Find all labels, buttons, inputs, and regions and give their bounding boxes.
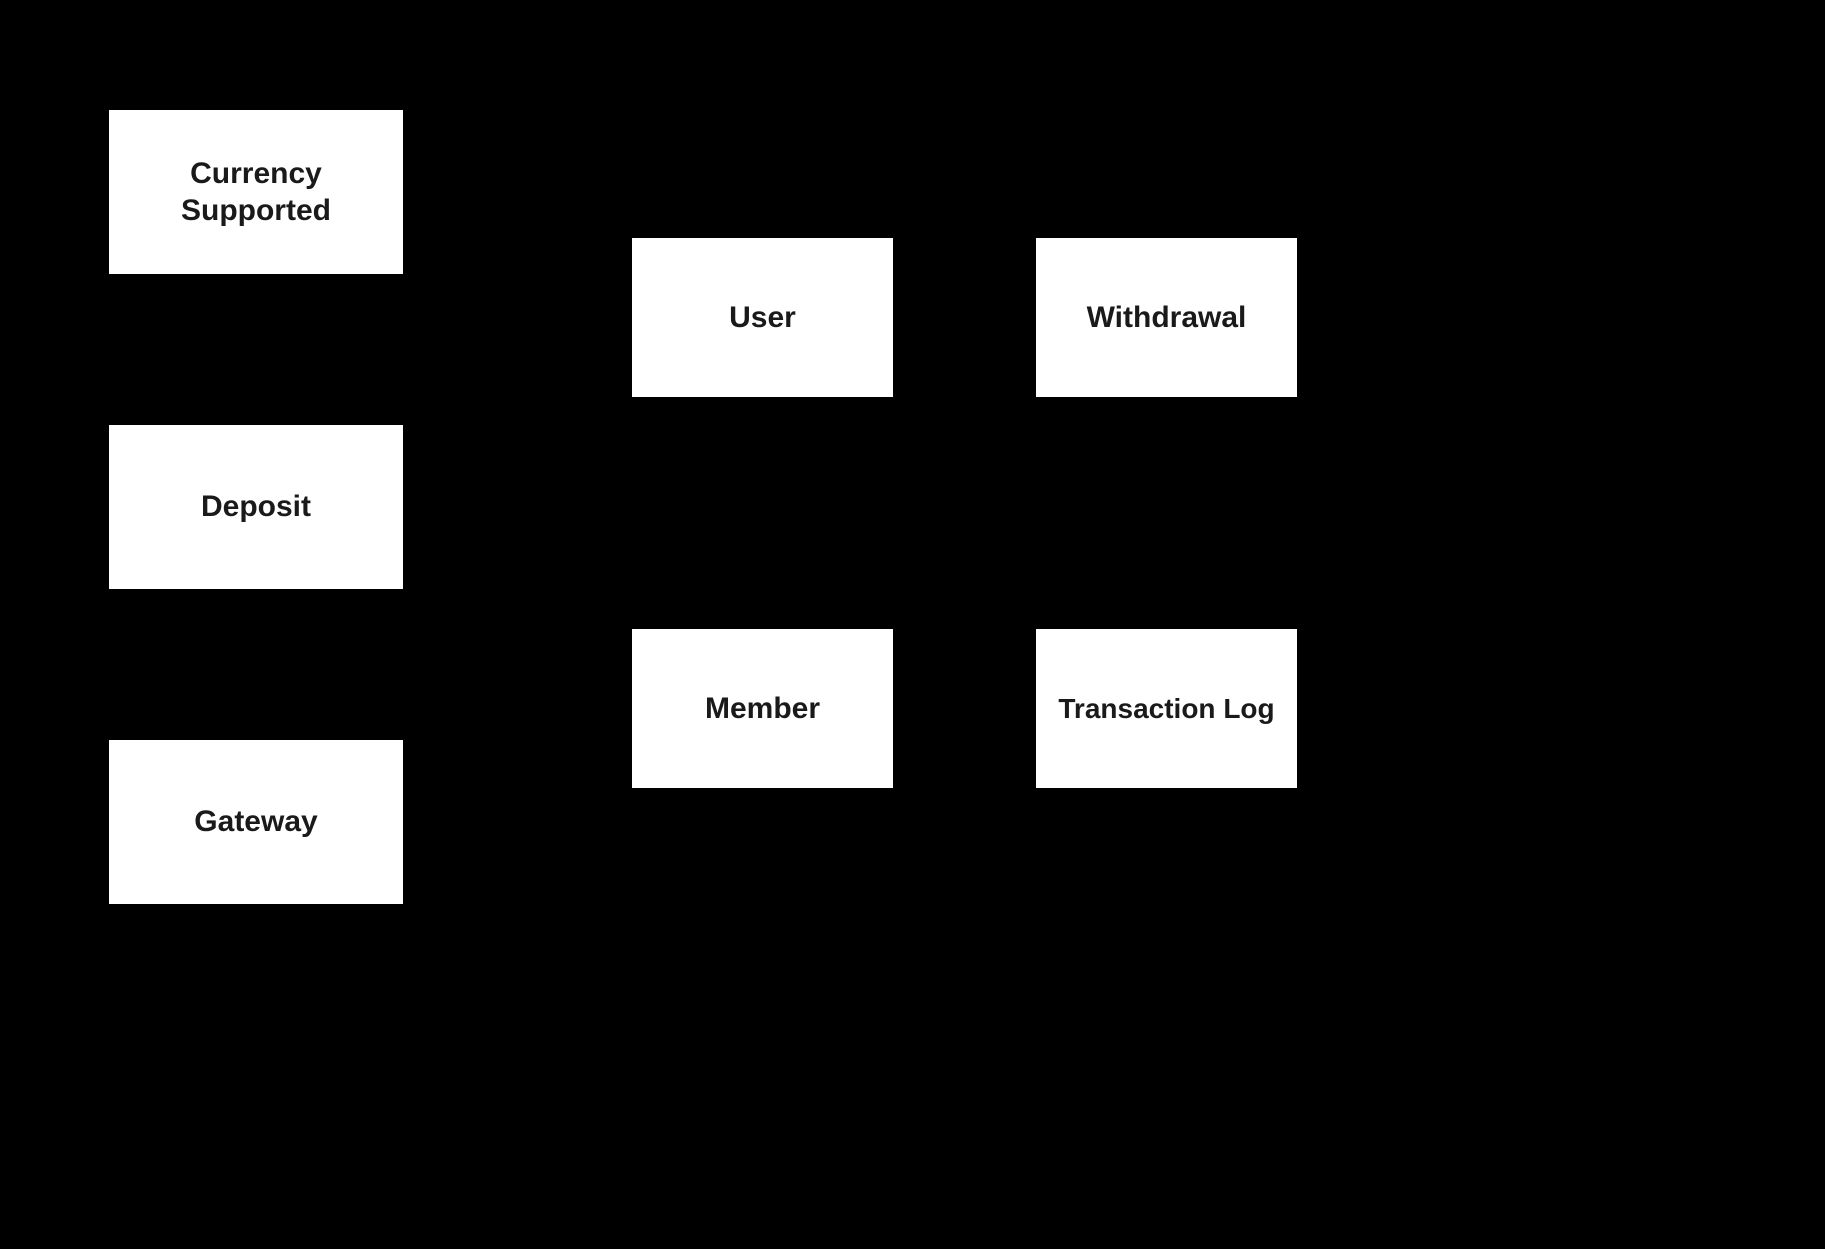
box-label: Member — [705, 692, 820, 726]
box-deposit: Deposit — [107, 423, 405, 591]
box-user: User — [630, 236, 895, 399]
box-label: Gateway — [194, 805, 317, 839]
box-withdrawal: Withdrawal — [1034, 236, 1299, 399]
box-label: Currency Supported — [119, 155, 393, 230]
box-label: Withdrawal — [1087, 301, 1247, 335]
box-label: Deposit — [201, 490, 311, 524]
box-member: Member — [630, 627, 895, 790]
box-transaction-log: Transaction Log — [1034, 627, 1299, 790]
box-label: Transaction Log — [1058, 693, 1274, 725]
box-label: User — [729, 301, 796, 335]
box-currency-supported: Currency Supported — [107, 108, 405, 276]
box-gateway: Gateway — [107, 738, 405, 906]
